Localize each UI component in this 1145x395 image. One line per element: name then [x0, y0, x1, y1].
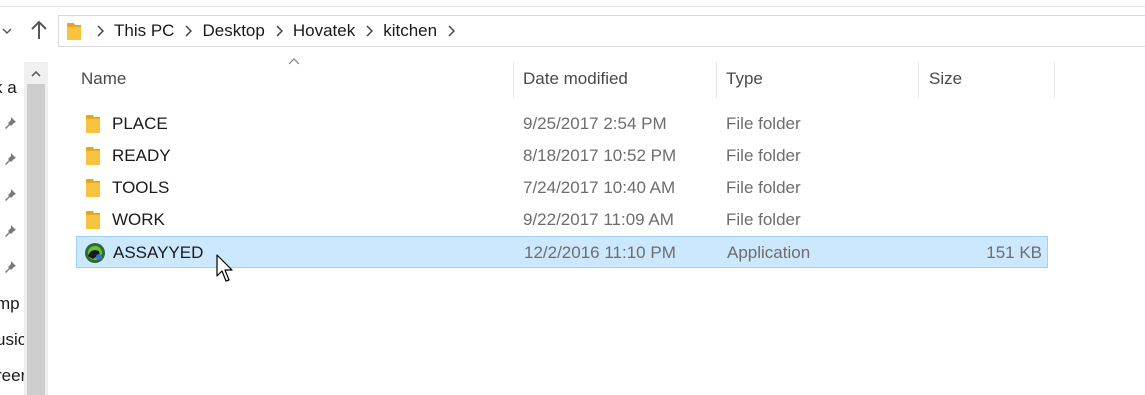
column-divider[interactable] — [513, 62, 514, 98]
column-header-type[interactable]: Type — [726, 62, 763, 98]
address-bar-row: This PC Desktop Hovatek kitchen — [0, 0, 1145, 62]
file-date-modified: 12/2/2016 11:10 PM — [524, 243, 676, 262]
pin-icon — [3, 260, 17, 274]
chevron-right-icon[interactable] — [360, 16, 378, 46]
column-header-name[interactable]: Name — [81, 62, 126, 98]
breadcrumb-item[interactable]: kitchen — [378, 16, 442, 46]
nav-item[interactable]: mp — [0, 294, 20, 314]
chevron-right-icon[interactable] — [442, 16, 460, 46]
app-icon — [84, 242, 106, 264]
file-row[interactable]: READY 8/18/2017 10:52 PM File folder — [76, 140, 1048, 172]
breadcrumb-item[interactable]: This PC — [109, 16, 179, 46]
file-name: WORK — [112, 210, 165, 229]
column-divider[interactable] — [1054, 62, 1055, 98]
address-bar[interactable]: This PC Desktop Hovatek kitchen — [58, 15, 1145, 47]
up-arrow-icon[interactable] — [28, 18, 50, 42]
file-type: File folder — [726, 178, 801, 197]
scroll-up-chevron-icon[interactable] — [24, 62, 48, 84]
file-type: File folder — [726, 146, 801, 165]
file-name: TOOLS — [112, 178, 170, 197]
file-name: READY — [112, 146, 171, 165]
file-name: ASSAYYED — [113, 243, 204, 262]
nav-item-quick-access[interactable]: k a — [0, 78, 17, 98]
divider — [0, 6, 1145, 7]
file-date-modified: 8/18/2017 10:52 PM — [523, 146, 677, 165]
chevron-right-icon[interactable] — [270, 16, 288, 46]
folder-icon — [85, 210, 101, 230]
folder-icon — [85, 114, 101, 134]
breadcrumb: This PC Desktop Hovatek kitchen — [91, 16, 460, 46]
folder-icon — [85, 178, 101, 198]
chevron-right-icon[interactable] — [91, 16, 109, 46]
nav-item[interactable]: usic — [0, 330, 26, 350]
folder-icon — [85, 146, 101, 166]
pin-icon — [3, 152, 17, 166]
file-row[interactable]: PLACE 9/25/2017 2:54 PM File folder — [76, 108, 1048, 140]
nav-item[interactable]: reer — [0, 366, 26, 386]
pin-icon — [3, 224, 17, 238]
file-type: Application — [727, 243, 811, 262]
file-date-modified: 7/24/2017 10:40 AM — [523, 178, 676, 197]
chevron-right-icon[interactable] — [179, 16, 197, 46]
mouse-cursor-icon — [216, 254, 236, 284]
file-row[interactable]: WORK 9/22/2017 11:09 AM File folder — [76, 204, 1048, 236]
file-date-modified: 9/25/2017 2:54 PM — [523, 114, 667, 133]
file-name: PLACE — [112, 114, 168, 133]
column-divider[interactable] — [716, 62, 717, 98]
sort-ascending-icon — [287, 54, 301, 65]
folder-icon — [66, 22, 82, 41]
scroll-thumb[interactable] — [27, 84, 45, 395]
file-list: Name Date modified Type Size PLACE 9/25/2… — [49, 58, 1145, 395]
file-row[interactable]: TOOLS 7/24/2017 10:40 AM File folder — [76, 172, 1048, 204]
breadcrumb-item[interactable]: Desktop — [197, 16, 269, 46]
file-type: File folder — [726, 210, 801, 229]
breadcrumb-item[interactable]: Hovatek — [288, 16, 360, 46]
column-header-size[interactable]: Size — [929, 62, 962, 98]
pin-icon — [3, 188, 17, 202]
file-size: 151 KB — [986, 243, 1042, 262]
file-type: File folder — [726, 114, 801, 133]
column-header-date-modified[interactable]: Date modified — [523, 62, 628, 98]
nav-pane-scrollbar[interactable] — [24, 62, 48, 395]
pin-icon — [3, 116, 17, 130]
column-divider[interactable] — [918, 62, 919, 98]
file-date-modified: 9/22/2017 11:09 AM — [523, 210, 674, 229]
recent-locations-chevron-icon[interactable] — [2, 22, 12, 38]
